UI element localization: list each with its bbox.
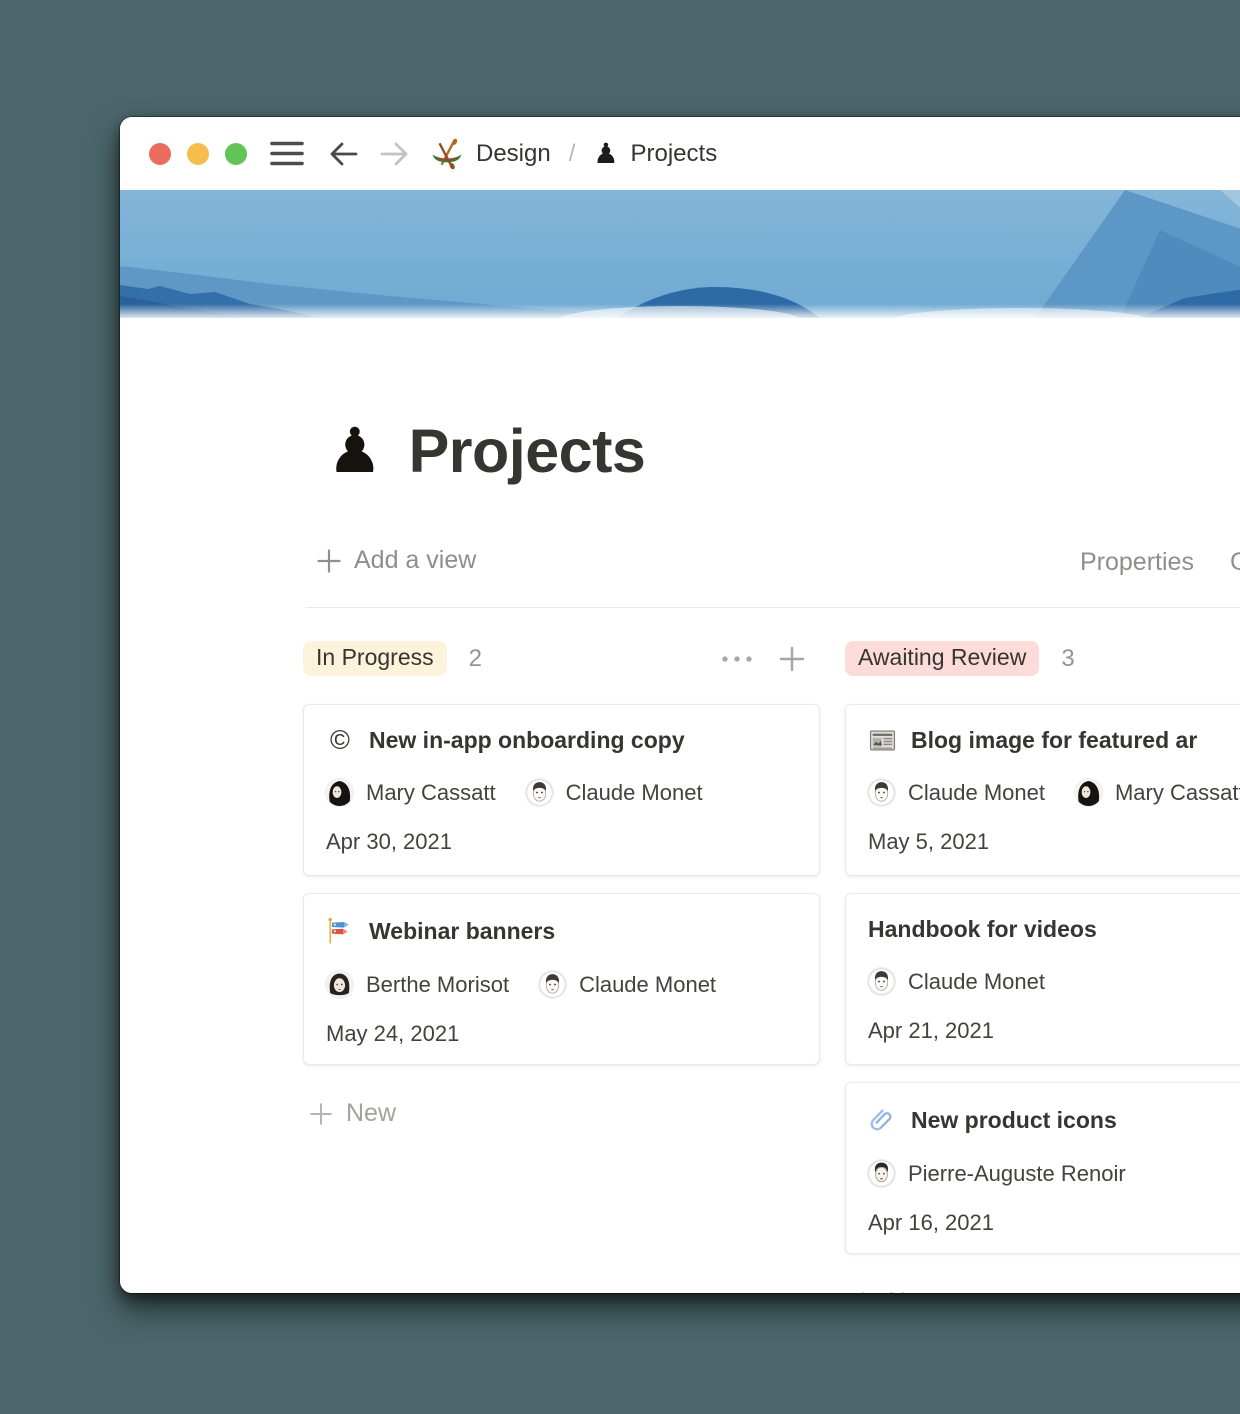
- canoe-icon: [430, 138, 464, 170]
- add-card-label: New: [888, 1288, 938, 1293]
- person: Mary Cassatt: [326, 779, 496, 806]
- newspaper-icon: [868, 727, 896, 754]
- column-count: 2: [469, 645, 482, 673]
- avatar-claude-monet: [539, 971, 566, 998]
- person-name: Claude Monet: [579, 972, 716, 998]
- breadcrumb-workspace[interactable]: Design: [476, 140, 551, 168]
- card-date: May 5, 2021: [868, 829, 1240, 855]
- app-window: Design / ♟ Projects: [120, 117, 1240, 1293]
- card-date: May 24, 2021: [326, 1021, 797, 1047]
- add-card-button[interactable]: New: [303, 1099, 820, 1128]
- card-title: Blog image for featured ar: [911, 727, 1197, 754]
- card-handbook-for-videos[interactable]: Handbook for videos Claude Monet Apr 21,…: [845, 893, 1240, 1065]
- avatar-claude-monet: [868, 779, 895, 806]
- person: Berthe Morisot: [326, 971, 509, 998]
- traffic-lights: [149, 143, 247, 165]
- person-name: Claude Monet: [908, 780, 1045, 806]
- window-titlebar: Design / ♟ Projects: [120, 117, 1240, 190]
- person-name: Berthe Morisot: [366, 972, 509, 998]
- properties-button[interactable]: Properties: [1080, 548, 1194, 577]
- person: Mary Cassatt: [1075, 779, 1240, 806]
- person: Claude Monet: [868, 968, 1045, 995]
- card-date: Apr 21, 2021: [868, 1018, 1240, 1044]
- card-title: Handbook for videos: [868, 916, 1097, 943]
- person-name: Claude Monet: [908, 969, 1045, 995]
- column-count: 3: [1061, 645, 1074, 673]
- card-title: Webinar banners: [369, 918, 555, 945]
- column-header: In Progress 2: [303, 640, 820, 677]
- zoom-window-button[interactable]: [225, 143, 247, 165]
- avatar-mary-cassatt: [1075, 779, 1102, 806]
- page-header: ♟ Projects: [327, 416, 645, 486]
- add-view-label: Add a view: [354, 546, 476, 575]
- card-blog-image-for-featured-article[interactable]: Blog image for featured ar Claude Monet: [845, 704, 1240, 876]
- card-title: New product icons: [911, 1107, 1117, 1134]
- page-title[interactable]: Projects: [409, 416, 646, 486]
- card-new-product-icons[interactable]: New product icons Pierre-Auguste Renoir …: [845, 1082, 1240, 1254]
- paperclip-icon: [868, 1105, 896, 1135]
- view-toolbar: Add a view Properties Group byStatus: [316, 546, 1240, 588]
- pawn-icon[interactable]: ♟: [327, 420, 383, 482]
- forward-arrow-icon[interactable]: [378, 139, 410, 169]
- page-cover-image[interactable]: [120, 190, 1240, 318]
- pawn-icon: ♟: [593, 140, 618, 168]
- person-name: Mary Cassatt: [1115, 780, 1240, 806]
- group-by-button[interactable]: Group byStatus: [1230, 548, 1240, 577]
- add-card-label: New: [346, 1099, 396, 1128]
- person: Claude Monet: [868, 779, 1045, 806]
- person: Claude Monet: [526, 779, 703, 806]
- toolbar-divider: [306, 607, 1240, 608]
- card-date: Apr 16, 2021: [868, 1210, 1240, 1236]
- card-new-in-app-onboarding-copy[interactable]: © New in-app onboarding copy Mary Cassat…: [303, 704, 820, 876]
- card-title: New in-app onboarding copy: [369, 727, 685, 754]
- back-arrow-icon[interactable]: [328, 139, 360, 169]
- breadcrumb-separator: /: [569, 140, 576, 168]
- avatar-claude-monet: [526, 779, 553, 806]
- status-badge[interactable]: Awaiting Review: [845, 641, 1039, 676]
- avatar-pierre-auguste-renoir: [868, 1160, 895, 1187]
- carp-streamer-icon: [326, 916, 354, 946]
- avatar-mary-cassatt: [326, 779, 353, 806]
- avatar-berthe-morisot: [326, 971, 353, 998]
- person-name: Claude Monet: [566, 780, 703, 806]
- board-column-awaiting-review: Awaiting Review 3 Blog image for feature…: [845, 640, 1240, 1293]
- group-by-label: Group by: [1230, 548, 1240, 576]
- status-badge[interactable]: In Progress: [303, 641, 447, 676]
- minimize-window-button[interactable]: [187, 143, 209, 165]
- plus-icon: [851, 1291, 875, 1294]
- person-name: Pierre-Auguste Renoir: [908, 1161, 1126, 1187]
- add-view-button[interactable]: Add a view: [316, 546, 476, 575]
- board-column-in-progress: In Progress 2 © New in-app onboarding co…: [303, 640, 820, 1293]
- column-header: Awaiting Review 3: [845, 640, 1240, 677]
- card-date: Apr 30, 2021: [326, 829, 797, 855]
- plus-icon: [309, 1102, 333, 1126]
- sidebar-menu-icon[interactable]: [270, 140, 304, 167]
- add-card-button[interactable]: New: [845, 1288, 1240, 1293]
- column-add-icon[interactable]: [778, 645, 806, 673]
- copyright-icon: ©: [326, 727, 354, 754]
- kanban-board: In Progress 2 © New in-app onboarding co…: [303, 640, 1240, 1293]
- card-webinar-banners[interactable]: Webinar banners Berthe Morisot: [303, 893, 820, 1065]
- close-window-button[interactable]: [149, 143, 171, 165]
- avatar-claude-monet: [868, 968, 895, 995]
- person: Pierre-Auguste Renoir: [868, 1160, 1126, 1187]
- column-more-icon[interactable]: [720, 654, 754, 664]
- person-name: Mary Cassatt: [366, 780, 496, 806]
- page-body: ♟ Projects Add a view Properties Group b…: [120, 318, 1240, 1293]
- breadcrumb-page[interactable]: Projects: [631, 140, 718, 168]
- plus-icon: [316, 548, 342, 574]
- person: Claude Monet: [539, 971, 716, 998]
